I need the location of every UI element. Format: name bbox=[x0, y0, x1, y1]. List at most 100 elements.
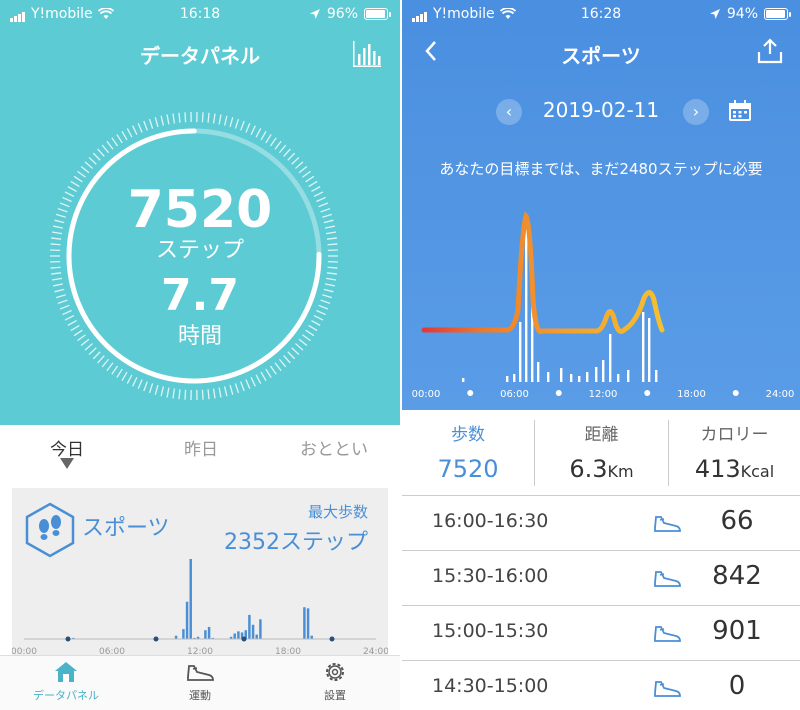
tab-label-settings: 設置 bbox=[324, 689, 346, 702]
next-day-button[interactable]: › bbox=[683, 99, 709, 125]
activity-line-chart: 00:00 06:00 12:00 18:00 24:00 bbox=[412, 211, 794, 400]
step-bar bbox=[207, 626, 211, 639]
ring-tick bbox=[250, 376, 256, 387]
data-panel-screen: Y!mobile 16:18 96% データパネル 7520 ステップ 7.7 … bbox=[0, 0, 400, 710]
ring-tick bbox=[240, 381, 245, 392]
interval-row[interactable]: 16:00-16:30 66 bbox=[402, 496, 800, 551]
ring-tick bbox=[212, 113, 216, 124]
axis-dot bbox=[241, 636, 247, 642]
battery-percent: 96% bbox=[326, 6, 358, 22]
ring-tick bbox=[92, 152, 101, 161]
ring-tick bbox=[207, 389, 210, 400]
activity-bar bbox=[627, 370, 630, 382]
activity-bar bbox=[602, 360, 605, 382]
ring-tick bbox=[212, 388, 216, 399]
calendar-icon[interactable] bbox=[728, 100, 752, 122]
ring-tick bbox=[143, 120, 148, 131]
ring-tick bbox=[88, 156, 97, 165]
battery-icon bbox=[764, 8, 791, 20]
ring-tick bbox=[106, 362, 114, 372]
distance-label: 距離 bbox=[584, 425, 619, 445]
ring-tick bbox=[283, 355, 291, 364]
axis-dot bbox=[555, 390, 562, 396]
ring-tick bbox=[80, 166, 90, 174]
ring-tick bbox=[97, 148, 105, 157]
step-bar bbox=[189, 559, 192, 639]
ring-tick bbox=[302, 170, 311, 178]
chevron-right-icon: › bbox=[692, 102, 700, 121]
step-bar bbox=[306, 608, 310, 639]
ring-tick bbox=[160, 115, 165, 126]
interval-row[interactable]: 15:30-16:00 842 bbox=[402, 551, 800, 606]
page-title: スポーツ bbox=[561, 44, 641, 68]
bar-chart-icon[interactable] bbox=[352, 40, 382, 68]
ring-tick bbox=[223, 386, 228, 397]
ring-tick bbox=[234, 383, 240, 394]
axis-label: 18:00 bbox=[677, 389, 706, 400]
tab-label-exercise: 運動 bbox=[189, 689, 211, 702]
ring-tick bbox=[77, 170, 86, 178]
summary-steps[interactable]: 歩数 7520 bbox=[402, 410, 534, 496]
ring-tick bbox=[229, 117, 234, 128]
tab-settings[interactable]: 設置 bbox=[285, 660, 385, 703]
activity-bar bbox=[462, 378, 465, 382]
ring-tick bbox=[265, 134, 272, 144]
day-tabs: 今日 昨日 おととい bbox=[0, 425, 400, 485]
activity-bar bbox=[519, 322, 522, 382]
ring-tick bbox=[260, 371, 267, 382]
ring-tick bbox=[283, 148, 291, 157]
summary-distance[interactable]: 距離 6.3Km bbox=[535, 410, 668, 496]
ring-tick bbox=[132, 376, 138, 387]
ring-tick bbox=[126, 128, 133, 138]
tab-day-before-yesterday[interactable]: おととい bbox=[300, 435, 368, 460]
tab-yesterday[interactable]: 昨日 bbox=[184, 435, 218, 460]
step-bar bbox=[204, 630, 207, 639]
activity-bar bbox=[578, 376, 581, 382]
ring-tick bbox=[148, 118, 154, 129]
summary-calories[interactable]: カロリー 413Kcal bbox=[669, 410, 800, 496]
ring-tick bbox=[260, 130, 267, 141]
hourly-steps-chart: 00:00 06:00 12:00 18:00 24:00 bbox=[12, 559, 388, 657]
tab-today[interactable]: 今日 bbox=[50, 435, 84, 460]
activity-bar bbox=[586, 372, 589, 382]
time-value: 7.7 bbox=[161, 270, 239, 321]
battery-icon bbox=[364, 8, 391, 20]
ring-tick bbox=[143, 381, 148, 392]
ring-tick bbox=[97, 355, 105, 364]
ring-tick bbox=[126, 374, 133, 384]
interval-steps: 66 bbox=[720, 506, 754, 536]
battery-percent: 94% bbox=[726, 6, 758, 22]
ring-tick bbox=[265, 368, 272, 378]
ring-tick bbox=[298, 166, 308, 174]
location-icon bbox=[309, 9, 320, 19]
activity-bar bbox=[595, 367, 598, 382]
ring-tick bbox=[50, 266, 61, 269]
axis-dot bbox=[732, 390, 739, 396]
location-icon bbox=[709, 9, 720, 19]
tab-data-panel[interactable]: データパネル bbox=[16, 660, 116, 703]
ring-tick bbox=[111, 137, 119, 147]
activity-bar bbox=[570, 374, 573, 382]
interval-row[interactable]: 15:00-15:30 901 bbox=[402, 606, 800, 661]
share-upload-icon[interactable] bbox=[756, 38, 784, 64]
ring-tick bbox=[287, 152, 296, 161]
ring-tick bbox=[172, 388, 176, 399]
steps-value: 7520 bbox=[127, 180, 273, 240]
tab-exercise[interactable]: 運動 bbox=[150, 660, 250, 703]
interval-row[interactable]: 14:30-15:00 0 bbox=[402, 661, 800, 710]
axis-label: 06:00 bbox=[500, 389, 529, 400]
distance-value: 6.3 bbox=[569, 455, 608, 483]
interval-time: 15:00-15:30 bbox=[432, 620, 549, 642]
shoe-icon bbox=[654, 626, 681, 642]
goal-message: あなたの目標までは、まだ2480ステップに必要 bbox=[439, 160, 763, 178]
step-bar bbox=[255, 634, 258, 639]
shoe-icon bbox=[654, 516, 681, 532]
ring-tick bbox=[269, 137, 277, 147]
ring-tick bbox=[218, 387, 222, 398]
interval-steps: 842 bbox=[712, 561, 762, 591]
ring-tick bbox=[178, 112, 181, 123]
steps-total: 7520 bbox=[437, 455, 499, 483]
sports-card[interactable]: スポーツ 最大歩数 2352ステップ 00:00 06:00 12:00 18:00 2… bbox=[12, 488, 388, 678]
interval-time: 14:30-15:00 bbox=[432, 675, 549, 697]
ring-tick bbox=[229, 384, 234, 395]
